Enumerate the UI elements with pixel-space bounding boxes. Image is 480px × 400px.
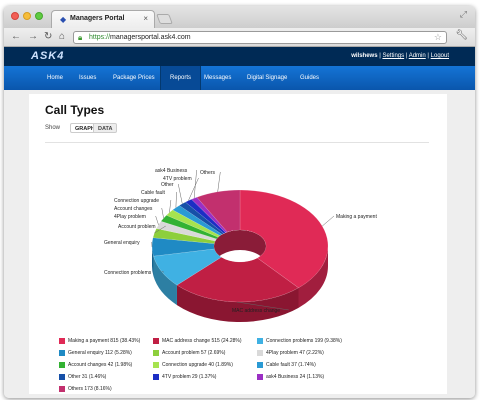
legend-swatch <box>153 362 159 368</box>
slice-label: Account changes <box>114 206 153 212</box>
legend-swatch <box>257 338 263 344</box>
legend-swatch <box>59 350 65 356</box>
slice-label: Connection upgrade <box>114 198 159 204</box>
slice-label: 4Play problem <box>114 214 146 220</box>
legend-swatch <box>257 362 263 368</box>
legend-label: Other 31 (1.46%) <box>68 374 107 380</box>
legend-label: General enquiry 112 (5.28%) <box>68 350 132 356</box>
legend-swatch <box>59 386 65 392</box>
legend-swatch <box>59 338 65 344</box>
legend-label: Others 173 (8.16%) <box>68 386 112 392</box>
slice-label: Making a payment <box>336 214 377 220</box>
legend-label: Account problem 57 (2.69%) <box>162 350 226 356</box>
legend-swatch <box>59 362 65 368</box>
slice-label: 4TV problem <box>163 176 192 182</box>
slice-label: Cable fault <box>141 190 166 196</box>
leader-line <box>322 215 335 227</box>
legend-label: Connection problems 199 (9.38%) <box>266 338 342 344</box>
leader-line <box>161 207 164 219</box>
legend-label: 4Play problem 47 (2.22%) <box>266 350 324 356</box>
leader-line <box>193 169 197 199</box>
legend-swatch <box>153 338 159 344</box>
leader-line <box>175 191 177 208</box>
leader-line <box>178 183 183 204</box>
slice-label: Other <box>161 182 174 188</box>
legend-swatch <box>153 374 159 380</box>
slice-label: MAC address change <box>232 308 280 314</box>
slice-label: General enquiry <box>104 240 140 246</box>
leader-line <box>169 199 172 213</box>
legend-label: 4TV problem 29 (1.37%) <box>162 374 217 380</box>
legend-swatch <box>153 350 159 356</box>
legend-label: Account changes 42 (1.98%) <box>68 362 133 368</box>
legend-swatch <box>59 374 65 380</box>
legend-label: Making a payment 815 (38.43%) <box>68 338 141 344</box>
legend-label: MAC address change 515 (24.28%) <box>162 338 242 344</box>
legend-label: Connection upgrade 40 (1.89%) <box>162 362 233 368</box>
slice-label: ask4 Business <box>155 168 188 174</box>
legend-label: Cable fault 37 (1.74%) <box>266 362 316 368</box>
legend-label: ask4 Business 24 (1.13%) <box>266 374 325 380</box>
legend-swatch <box>257 350 263 356</box>
legend-swatch <box>257 374 263 380</box>
slice-label: Others <box>200 170 216 176</box>
slice-label: Connection problems <box>104 270 152 276</box>
slice-label: Account problem <box>118 224 156 230</box>
leader-line <box>155 215 159 225</box>
leader-line <box>217 171 221 192</box>
